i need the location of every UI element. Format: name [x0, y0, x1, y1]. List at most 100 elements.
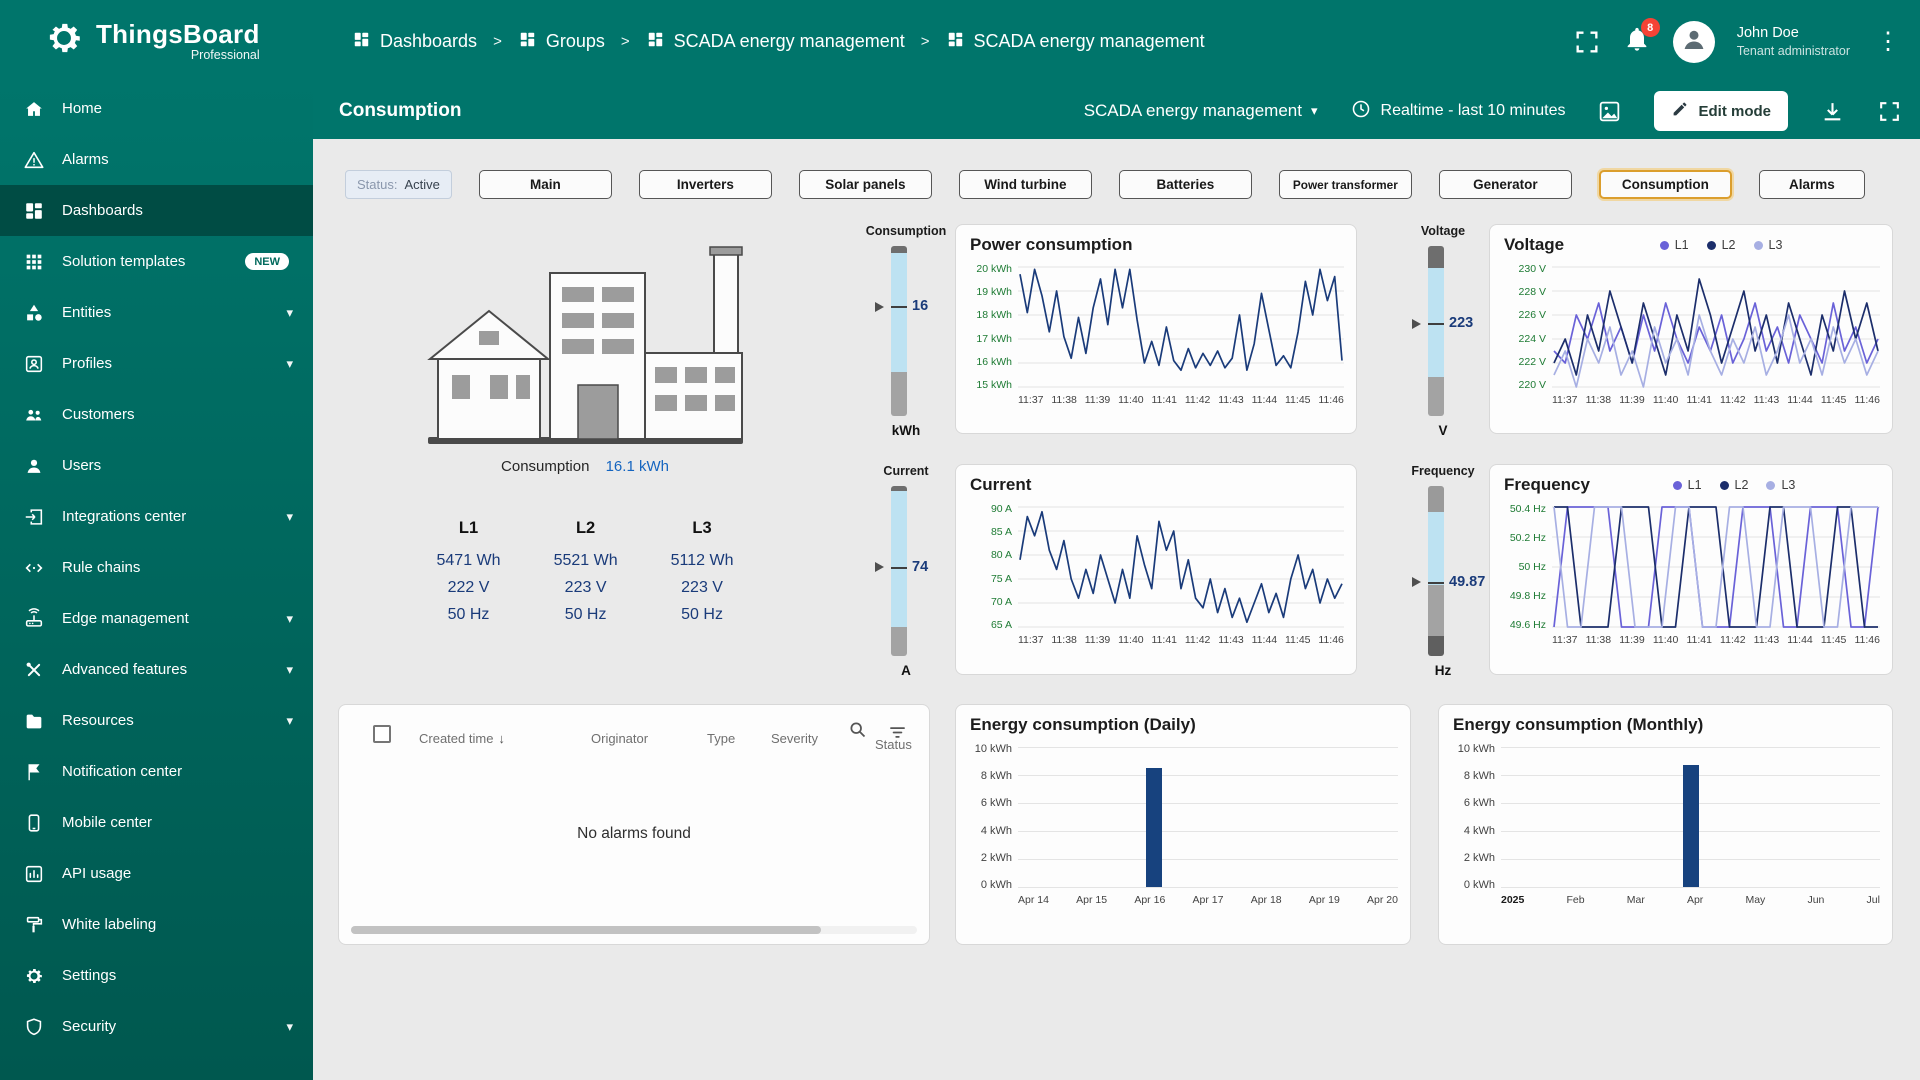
state-button-inverters[interactable]: Inverters [638, 170, 772, 199]
sidebar-item-users[interactable]: Users [0, 440, 313, 491]
sidebar-item-integrations-center[interactable]: Integrations center ▾ [0, 491, 313, 542]
sidebar-item-notification-center[interactable]: Notification center [0, 746, 313, 797]
breadcrumb-item-groups[interactable]: Groups [518, 30, 605, 54]
sidebar-item-solution-templates[interactable]: Solution templates NEW [0, 236, 313, 287]
slider-track[interactable] [891, 486, 907, 656]
sidebar-item-resources[interactable]: Resources ▾ [0, 695, 313, 746]
slider-thumb[interactable] [1428, 323, 1444, 326]
avatar[interactable] [1672, 20, 1715, 63]
gridline [1018, 775, 1398, 776]
legend-item[interactable]: L3 [1766, 478, 1795, 492]
brand-name: ThingsBoard [96, 19, 260, 49]
column-type[interactable]: Type [707, 731, 735, 746]
breadcrumb-item-scada-group[interactable]: SCADA energy management [646, 30, 905, 54]
slider-track-segment [891, 246, 907, 253]
voltage-slider[interactable]: Voltage 223 V [1388, 224, 1498, 438]
state-button-batteries[interactable]: Batteries [1118, 170, 1252, 199]
state-button-generator[interactable]: Generator [1438, 170, 1572, 199]
y-axis-labels: 20 kWh 19 kWh 18 kWh 17 kWh 16 kWh 15 kWh [966, 263, 1018, 391]
slider-thumb[interactable] [891, 566, 907, 569]
sidebar-item-label: Dashboards [62, 202, 143, 219]
state-button-main[interactable]: Main [478, 170, 612, 199]
consumption-building-widget: Consumption 16.1 kWh L1 5471 Wh 222 V 50… [410, 235, 760, 628]
sidebar-item-rule-chains[interactable]: Rule chains [0, 542, 313, 593]
breadcrumb-separator: > [493, 33, 502, 50]
widget-title: Voltage [1504, 235, 1565, 254]
phase-frequency: 50 Hz [447, 606, 490, 623]
state-button-power-transformer[interactable]: Power transformer [1278, 170, 1412, 199]
thingsboard-logo[interactable]: ThingsBoard Professional [42, 16, 260, 65]
sidebar-item-dashboards[interactable]: Dashboards [0, 185, 313, 236]
kebab-menu-icon[interactable]: ⋮ [1872, 27, 1904, 56]
breadcrumb-item-dashboards[interactable]: Dashboards [352, 30, 477, 54]
sidebar-item-advanced-features[interactable]: Advanced features ▾ [0, 644, 313, 695]
user-menu[interactable]: John Doe Tenant administrator [1737, 24, 1850, 59]
column-originator[interactable]: Originator [591, 731, 648, 746]
brand-sub: Professional [190, 48, 260, 62]
select-all-checkbox[interactable] [373, 725, 391, 743]
download-icon[interactable] [1820, 99, 1845, 124]
frequency-slider[interactable]: Frequency 49.87 Hz [1388, 464, 1498, 678]
state-button-solar-panels[interactable]: Solar panels [798, 170, 932, 199]
sidebar-item-api-usage[interactable]: API usage [0, 848, 313, 899]
y-tick-label: 10 kWh [974, 743, 1012, 755]
sidebar-item-security[interactable]: Security ▾ [0, 1001, 313, 1052]
breadcrumb-item-scada-dashboard[interactable]: SCADA energy management [946, 30, 1205, 54]
sidebar-item-customers[interactable]: Customers [0, 389, 313, 440]
slider-track[interactable] [1428, 486, 1444, 656]
sidebar-item-edge-management[interactable]: Edge management ▾ [0, 593, 313, 644]
legend-item[interactable]: L2 [1706, 238, 1736, 252]
fullscreen-icon[interactable] [1877, 99, 1902, 124]
y-tick-label: 15 kWh [976, 378, 1012, 391]
state-button-wind-turbine[interactable]: Wind turbine [958, 170, 1092, 199]
column-severity[interactable]: Severity [771, 731, 818, 746]
gridline [1018, 803, 1398, 804]
slider-track[interactable] [891, 246, 907, 416]
search-icon[interactable] [847, 719, 868, 740]
image-export-icon[interactable] [1597, 99, 1622, 124]
sidebar-item-settings[interactable]: Settings [0, 950, 313, 1001]
fullscreen-icon[interactable] [1573, 28, 1601, 56]
scrollbar-thumb[interactable] [351, 926, 821, 934]
sidebar-item-alarms[interactable]: Alarms [0, 134, 313, 185]
y-tick-label: 0 kWh [1463, 878, 1495, 891]
legend-item[interactable]: L3 [1753, 238, 1782, 252]
y-tick-label: 50 Hz [1518, 561, 1546, 573]
x-tick-label: Jul [1866, 894, 1880, 906]
consumption-slider[interactable]: Consumption 16 kWh [851, 224, 961, 438]
dashboard-icon [946, 30, 965, 54]
edit-mode-button[interactable]: Edit mode [1654, 91, 1788, 131]
sidebar-item-mobile-center[interactable]: Mobile center [0, 797, 313, 848]
sidebar-item-label: Security [62, 1018, 117, 1035]
legend-item[interactable]: L1 [1659, 238, 1689, 252]
slider-thumb[interactable] [1428, 581, 1444, 584]
gear-icon [22, 964, 46, 988]
gridline [1501, 887, 1880, 888]
state-button-consumption[interactable]: Consumption [1598, 170, 1732, 199]
page-title: Consumption [339, 100, 462, 121]
current-slider[interactable]: Current 74 A [851, 464, 961, 678]
column-created-time[interactable]: Created time ↓ [419, 731, 505, 746]
slider-track[interactable] [1428, 246, 1444, 416]
filter-icon[interactable] [887, 722, 908, 743]
chart-plot [1018, 743, 1398, 891]
x-axis-labels: 11:37 11:38 11:39 11:40 11:41 11:42 11:43 11:44… [1552, 634, 1880, 646]
slider-thumb[interactable] [891, 306, 907, 309]
legend-item[interactable]: L1 [1672, 478, 1702, 492]
legend-item[interactable]: L2 [1719, 478, 1748, 492]
sidebar-item-entities[interactable]: Entities ▾ [0, 287, 313, 338]
state-button-alarms[interactable]: Alarms [1758, 170, 1865, 199]
sidebar-item-label: Entities [62, 304, 112, 321]
dashboard-select[interactable]: SCADA energy management ▾ [1084, 101, 1318, 121]
x-tick-label: 11:42 [1720, 394, 1746, 406]
notifications-bell-icon[interactable]: 8 [1623, 18, 1660, 58]
sidebar-item-white-labeling[interactable]: White labeling [0, 899, 313, 950]
sidebar-item-profiles[interactable]: Profiles ▾ [0, 338, 313, 389]
phase-energy: 5521 Wh [553, 552, 618, 569]
legend-dot [1719, 480, 1729, 490]
sidebar-item-home[interactable]: Home [0, 83, 313, 134]
sidebar-item-label: Home [62, 100, 103, 117]
timewindow-button[interactable]: Realtime - last 10 minutes [1350, 98, 1565, 125]
sidebar: Home Alarms Dashboards Solution template… [0, 83, 313, 1080]
frequency-chart: Frequency L1 L2 L3 50.4 Hz 50.2 Hz 50 Hz 49.8… [1489, 464, 1893, 675]
